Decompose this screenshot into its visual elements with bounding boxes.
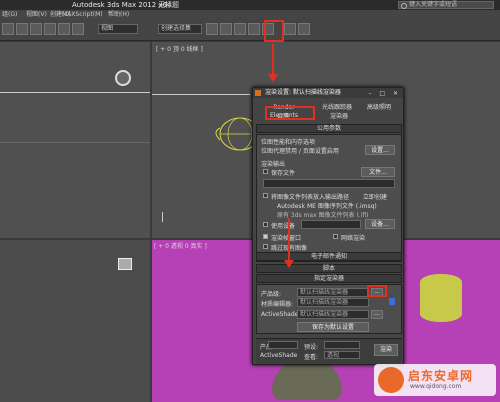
option-ifl[interactable]: 原有 3ds max 图像文件列表 (.ifl) — [277, 210, 369, 219]
net-render-label: 网络渲染 — [341, 235, 366, 242]
cylinder-object — [420, 274, 462, 322]
logo-icon — [378, 367, 404, 393]
tab-advanced-lighting[interactable]: 高级照明 — [359, 104, 399, 112]
move-icon[interactable] — [16, 23, 28, 35]
output-path-field[interactable] — [263, 179, 395, 188]
mirror-icon[interactable] — [206, 23, 218, 35]
watermark-logo: 启东安卓网 www.qidong.com — [374, 364, 496, 396]
arrow-down-2 — [288, 218, 290, 262]
common-params-panel: 位图性能和内存选项 位图代理禁用 / 页面设置启用 设置... 渲染输出 保存文… — [256, 134, 402, 262]
lock-icon[interactable] — [389, 298, 395, 305]
viewcube-icon[interactable] — [115, 70, 131, 86]
rollout-common-params[interactable]: 公用参数 — [256, 124, 402, 133]
put-image-label: 将图像文件列表放入输出路径 — [271, 194, 350, 201]
material-editor-label: 材质编辑器: — [261, 301, 294, 308]
rotate-icon[interactable] — [30, 23, 42, 35]
production-label: 产品级: — [261, 291, 282, 298]
scale-icon[interactable] — [44, 23, 56, 35]
menu-view[interactable]: 视图(V) — [26, 10, 47, 19]
footer-preset-label: 预设: — [304, 344, 319, 351]
render-button[interactable]: 渲染 — [374, 344, 398, 356]
viewport-top-label[interactable]: [ + 0 顶 0 线框 ] — [156, 44, 203, 53]
save-file-label: 保存文件 — [271, 170, 296, 177]
activeshade-label: ActiveShade: — [261, 311, 301, 318]
footer-activeshade-option[interactable]: ActiveShade — [260, 352, 297, 359]
viewcube-icon[interactable] — [118, 258, 132, 270]
selection-set-dropdown[interactable]: 创建选择集 — [158, 24, 202, 34]
render-setup-highlight — [264, 20, 284, 42]
rollout-email[interactable]: 电子邮件通知 — [256, 252, 402, 261]
teapot-object — [272, 360, 342, 400]
device-field[interactable] — [301, 220, 361, 229]
view-dropdown[interactable]: 视图 — [98, 24, 138, 34]
viewport-left-bottom[interactable] — [0, 240, 150, 402]
net-render-checkbox[interactable] — [333, 234, 338, 239]
rollout-assign-renderer[interactable]: 指定渲染器 — [256, 274, 402, 283]
grid-line — [0, 92, 150, 93]
bitmap-proxy-label: 位图代理禁用 / 页面设置启用 — [261, 148, 339, 155]
menu-help[interactable]: 帮助(H) — [108, 10, 129, 19]
menu-maxscript[interactable]: MAXScript(M) — [62, 10, 103, 19]
arrow-down-1 — [272, 44, 274, 76]
dialog-titlebar: 渲染设置: 默认扫描线渲染器 – □ ✕ — [253, 88, 403, 98]
activeshade-browse-button[interactable]: ... — [371, 310, 383, 319]
activeshade-field[interactable]: 默认扫描线渲染器 — [297, 310, 369, 319]
tab-renderer[interactable]: 渲染器 — [319, 113, 359, 121]
arrow-head-1 — [268, 74, 278, 82]
align-icon[interactable] — [220, 23, 232, 35]
document-title: 无标题 — [158, 1, 179, 9]
app-icon — [255, 90, 261, 96]
render-frame-checkbox[interactable] — [263, 234, 268, 239]
menu-bar: 组(G) 视图(V) 创建(C) MAXScript(M) 帮助(H) — [0, 10, 500, 19]
grid-line — [152, 94, 250, 95]
render-setup-dialog: 渲染设置: 默认扫描线渲染器 – □ ✕ Render Elements 光线跟… — [252, 87, 404, 365]
arrow-head-2 — [284, 260, 294, 268]
common-tab-highlight — [265, 106, 315, 120]
product-dropdown[interactable] — [268, 341, 298, 349]
bitmap-perf-label: 位图性能和内存选项 — [261, 139, 316, 146]
render-icon[interactable] — [298, 23, 310, 35]
option-imsq[interactable]: Autodesk ME 图像序列文件 (.imsq) — [277, 201, 377, 210]
save-file-checkbox[interactable] — [263, 169, 268, 174]
curve-editor-icon[interactable] — [248, 23, 260, 35]
snap-icon[interactable] — [58, 23, 70, 35]
render-frame-label: 渲染帧窗口 — [271, 235, 302, 242]
main-toolbar: 视图 创建选择集 — [0, 19, 500, 55]
create-now-button[interactable]: 立即创建 — [363, 192, 387, 201]
put-image-checkbox[interactable] — [263, 193, 268, 198]
viewport-persp-label[interactable]: [ + 0 透视 0 真实 ] — [154, 241, 207, 250]
select-icon[interactable] — [2, 23, 14, 35]
skip-existing-checkbox[interactable] — [263, 244, 268, 249]
production-field[interactable]: 默认扫描线渲染器 — [297, 288, 369, 297]
search-input[interactable]: 键入关键字或短语 — [398, 1, 494, 9]
browse-highlight — [367, 285, 387, 297]
layer-icon[interactable] — [234, 23, 246, 35]
preset-dropdown[interactable] — [324, 341, 360, 349]
viewport-left-top[interactable] — [0, 42, 150, 238]
rollout-scripts[interactable]: 脚本 — [256, 264, 402, 273]
app-title: Autodesk 3ds Max 2012 x64 — [72, 1, 172, 9]
angle-snap-icon[interactable] — [72, 23, 84, 35]
devices-button[interactable]: 设备... — [365, 219, 395, 229]
use-device-label: 使用设备 — [271, 223, 296, 230]
grid-line — [0, 142, 150, 143]
watermark-url: www.qidong.com — [410, 383, 462, 390]
menu-group[interactable]: 组(G) — [2, 10, 17, 19]
setup-button[interactable]: 设置... — [365, 145, 395, 155]
tab-raytracer[interactable]: 光线跟踪器 — [319, 104, 355, 112]
axis-line — [162, 212, 163, 222]
save-default-button[interactable]: 保存为默认设置 — [297, 322, 369, 332]
use-device-checkbox[interactable] — [263, 222, 268, 227]
view-dropdown-dialog[interactable]: 透视 — [324, 351, 360, 359]
render-output-label: 渲染输出 — [261, 161, 286, 168]
material-editor-field[interactable]: 默认扫描线渲染器 — [297, 298, 369, 307]
dialog-title: 渲染设置: 默认扫描线渲染器 — [265, 89, 341, 96]
files-button[interactable]: 文件... — [361, 167, 395, 177]
render-frame-icon[interactable] — [284, 23, 296, 35]
watermark-title: 启东安卓网 — [408, 369, 474, 383]
title-bar: Autodesk 3ds Max 2012 x64 无标题 键入关键字或短语 — [0, 0, 500, 10]
footer-view-label: 查看: — [304, 354, 319, 361]
dialog-footer: 产品 预设: ActiveShade 查看: 透视 渲染 — [256, 338, 402, 364]
